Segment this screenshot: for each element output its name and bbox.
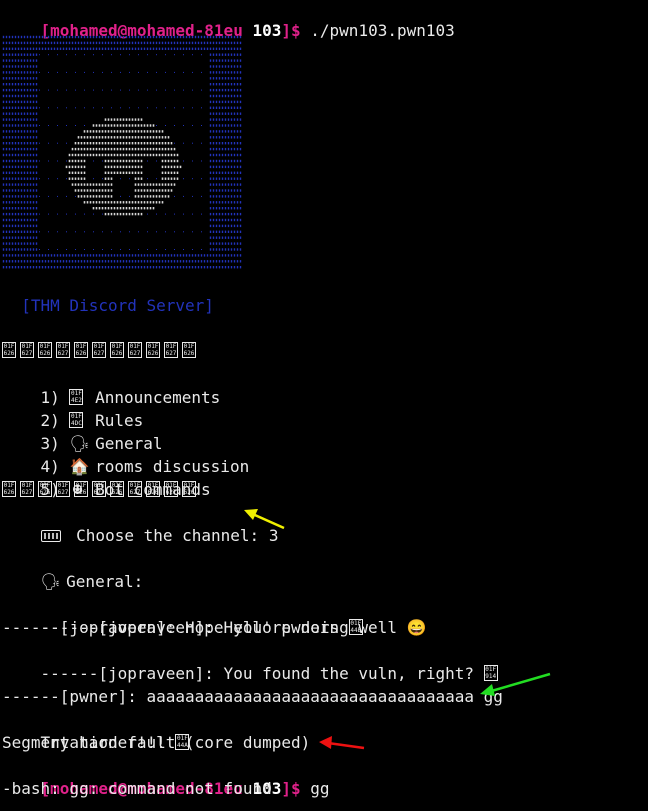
separator-glyph-icon: 01F 627 [92, 342, 106, 358]
separator-glyph-icon: 01F 626 [110, 481, 124, 497]
server-name: [THM Discord Server] [2, 296, 214, 315]
separator-glyph-icon: 01F 626 [74, 342, 88, 358]
keyboard-icon [40, 530, 61, 542]
red-arrow-icon [319, 736, 365, 750]
separator-glyph-icon: 01F 626 [2, 342, 16, 358]
message-2: ------[jopraveen]: Hope you're doing wel… [2, 618, 427, 637]
yellow-arrow-icon [244, 509, 285, 530]
separator-glyph-icon: 01F 626 [182, 481, 196, 497]
prompt-symbol: ]$ [281, 21, 301, 40]
try-harder-line: Try harder!!! 01F 44A [40, 733, 190, 752]
separator-glyph-icon: 01F 626 [182, 342, 196, 358]
separator-glyph-icon: 01F 627 [128, 342, 142, 358]
separator-glyph-icon: 01F 626 [146, 481, 160, 497]
menu-item-bot-commands: 5) ☻ Bot commands [40, 480, 211, 499]
separator-glyph-icon: 01F 626 [2, 481, 16, 497]
menu-separator-bottom: 01F 626 01F 627 01F 626 01F 627 01F 626 01F 627 01F 6… [2, 478, 200, 501]
separator-glyph-icon: 01F 627 [56, 342, 70, 358]
bash-error-line: -bash: gg: command not found [2, 779, 272, 798]
separator-glyph-icon: 01F 627 [20, 342, 34, 358]
menu-item-general: 3) 🗣 General [40, 434, 163, 453]
menu-item-announcements: 1) 01F 4E2 Announcements [40, 388, 221, 407]
separator-glyph-icon: 01F 626 [74, 481, 88, 497]
message-3: ------[jopraveen]: You found the vuln, r… [40, 664, 498, 683]
prompt-line-3[interactable]: [mohamed@mohamed-81eu 103]$ [2, 800, 301, 811]
message-1: ------[jopraveen]: Hello pwners 01F 44B [40, 618, 363, 637]
separator-glyph-icon: 01F 627 [128, 481, 142, 497]
prompt-line-1: [mohamed@mohamed-81eu 103]$ ./pwn103.pwn… [2, 0, 455, 40]
separator-glyph-icon: 01F 626 [38, 481, 52, 497]
separator-glyph-icon: 01F 627 [164, 481, 178, 497]
separator-glyph-icon: 01F 627 [164, 342, 178, 358]
prompt-dir: 103 [252, 21, 282, 40]
segfault-line: Segmentation fault (core dumped) [2, 733, 311, 752]
separator-glyph-icon: 01F 627 [56, 481, 70, 497]
menu-item-rooms-discussion: 4) 🏠 rooms discussion [40, 457, 250, 476]
terminal-window[interactable]: [mohamed@mohamed-81eu 103]$ ./pwn103.pwn… [0, 0, 648, 811]
menu-separator-top: 01F 626 01F 627 01F 626 01F 627 01F 626 01F 627 01F 6… [2, 339, 200, 362]
separator-glyph-icon: 01F 626 [38, 342, 52, 358]
channel-title: 🗣 General: [40, 572, 144, 591]
menu-item-rules: 2) 01F 4DC Rules [40, 411, 144, 430]
separator-glyph-icon: 01F 626 [146, 342, 160, 358]
choose-channel-line: Choose the channel: 3 [2, 501, 278, 545]
separator-glyph-icon: 01F 627 [92, 481, 106, 497]
discord-logo-icon [2, 35, 242, 269]
separator-glyph-icon: 01F 626 [110, 342, 124, 358]
separator-glyph-icon: 01F 627 [20, 481, 34, 497]
green-arrow-icon [480, 672, 551, 696]
command-text: ./pwn103.pwn103 [300, 21, 455, 40]
discord-ascii-art [2, 22, 242, 270]
speaking-head-icon: 🗣 [40, 572, 61, 591]
prompt-line-2: [mohamed@mohamed-81eu 103]$ gg [40, 779, 330, 798]
pwner-input-line: ------[pwner]: aaaaaaaaaaaaaaaaaaaaaaaaa… [2, 687, 503, 706]
